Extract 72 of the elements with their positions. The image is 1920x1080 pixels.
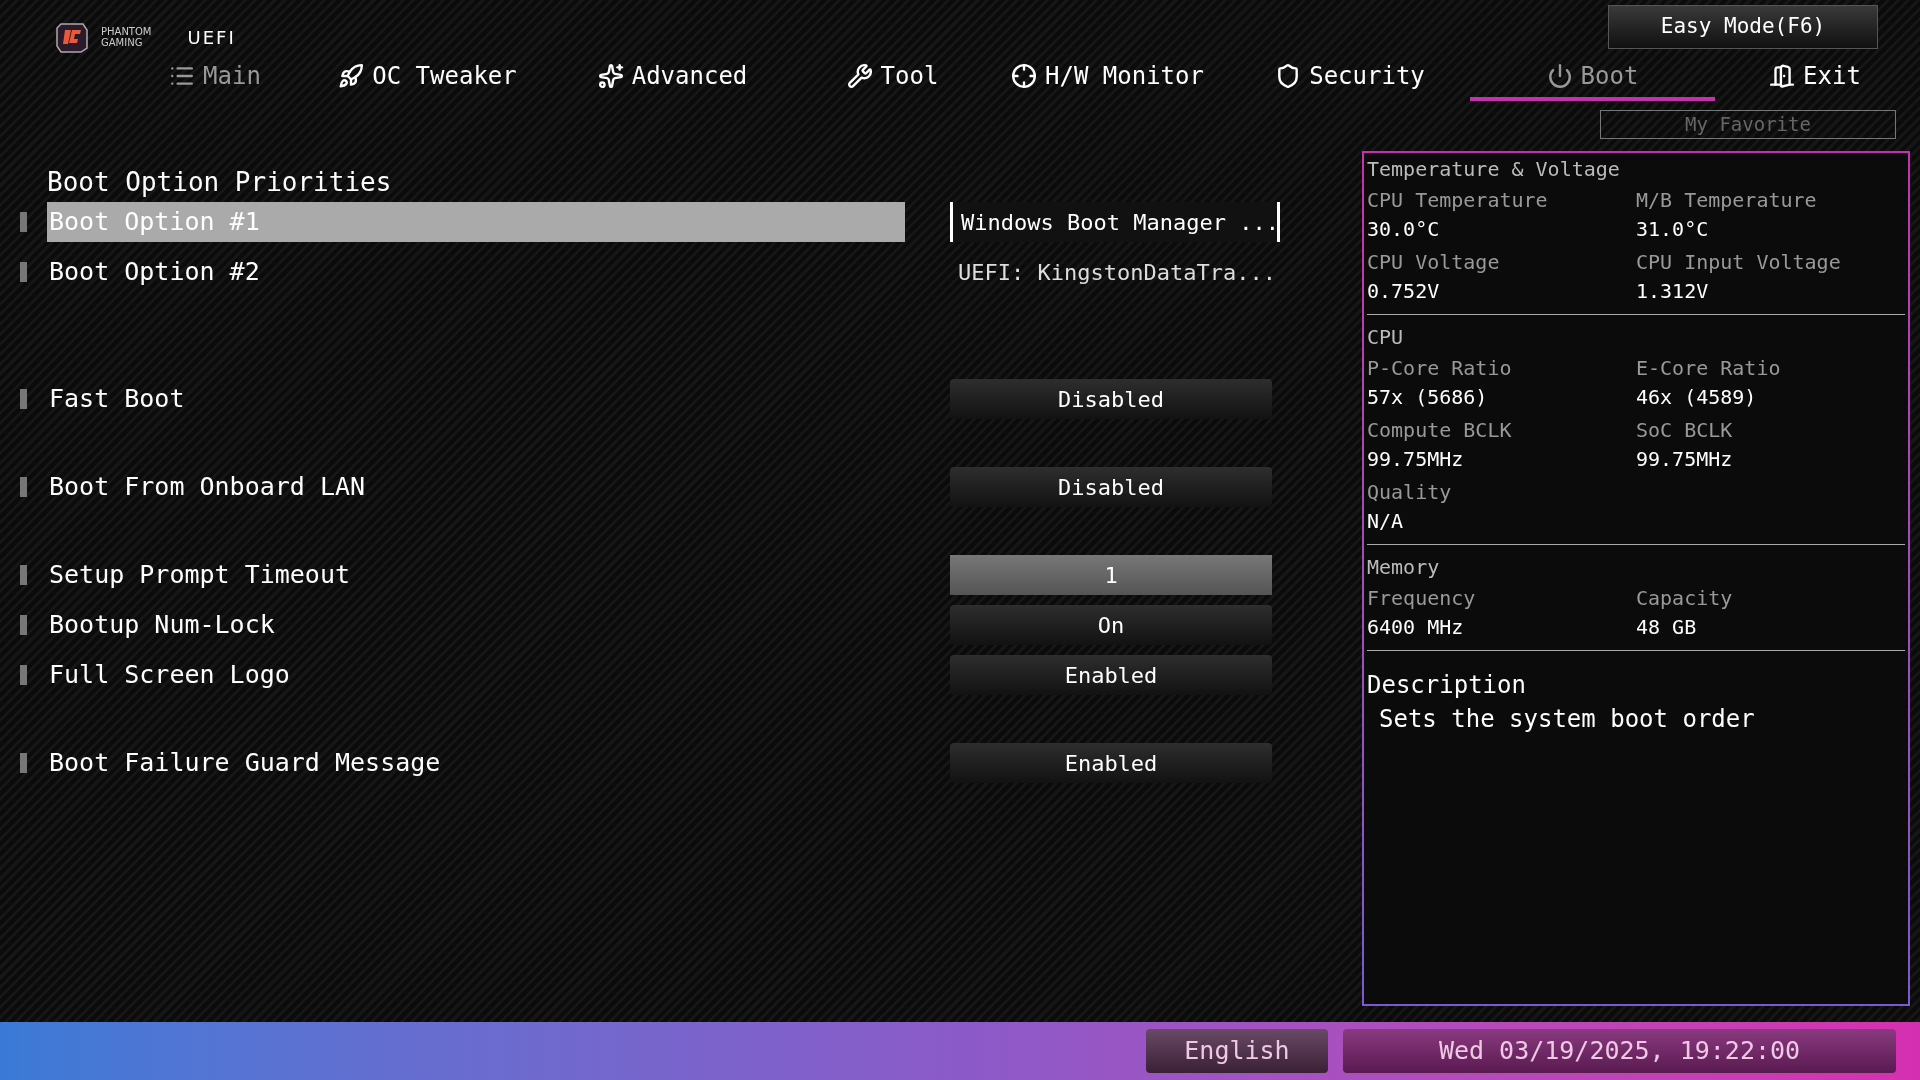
row-marker-icon (20, 615, 27, 635)
datetime-display: Wed 03/19/2025, 19:22:00 (1343, 1029, 1896, 1073)
menu-tab[interactable]: Tool (800, 55, 985, 101)
row-marker-icon (20, 389, 27, 409)
crosshair-icon (1011, 63, 1037, 89)
info-label: SoC BCLK (1636, 417, 1734, 444)
brand-name: PHANTOM (101, 26, 152, 37)
info-label: Compute BCLK (1367, 417, 1513, 444)
row-marker-icon (20, 753, 27, 773)
info-label: CPU Temperature (1367, 187, 1549, 214)
info-label: Frequency (1367, 585, 1477, 612)
description-title: Description (1367, 670, 1527, 701)
setting-label[interactable]: Boot From Onboard LAN (47, 467, 905, 507)
section-title: Memory (1367, 554, 1441, 581)
row-marker-icon (20, 212, 27, 232)
info-label: P-Core Ratio (1367, 355, 1513, 382)
info-value: 57x (5686) (1367, 384, 1489, 411)
info-value: 6400 MHz (1367, 614, 1465, 641)
option-button[interactable]: Disabled (950, 379, 1272, 419)
info-label: CPU Input Voltage (1636, 249, 1842, 276)
description-text: Sets the system boot order (1379, 704, 1756, 735)
logo-icon (55, 20, 89, 54)
info-value: 30.0°C (1367, 216, 1441, 243)
info-value: 46x (4589) (1636, 384, 1758, 411)
row-marker-icon (20, 665, 27, 685)
option-button[interactable]: Enabled (950, 743, 1272, 783)
menu-tab[interactable]: H/W Monitor (985, 55, 1230, 101)
row-marker-icon (20, 565, 27, 585)
menu-tab[interactable]: Main (120, 55, 310, 101)
menu-tab[interactable]: Advanced (545, 55, 800, 101)
brand-name: GAMING (101, 37, 144, 48)
section-title: CPU (1367, 324, 1405, 351)
menu-tab[interactable]: OC Tweaker (310, 55, 545, 101)
wrench-icon (846, 63, 873, 89)
info-value: 1.312V (1636, 278, 1710, 305)
info-label: Capacity (1636, 585, 1734, 612)
option-value[interactable]: UEFI: KingstonDataTra... (950, 252, 1280, 292)
option-button[interactable]: Disabled (950, 467, 1272, 507)
option-button[interactable]: Enabled (950, 655, 1272, 695)
menu-tab[interactable]: Security (1230, 55, 1470, 101)
number-field[interactable]: 1 (950, 555, 1272, 595)
setting-label[interactable]: Fast Boot (47, 379, 905, 419)
product-label: UEFI (187, 25, 236, 50)
info-label: Quality (1367, 479, 1453, 506)
setting-label[interactable]: Setup Prompt Timeout (47, 555, 905, 595)
info-value: 0.752V (1367, 278, 1441, 305)
language-button[interactable]: English (1146, 1029, 1328, 1073)
power-icon (1546, 63, 1573, 89)
menu-tab[interactable]: Boot (1470, 55, 1715, 101)
info-value: 31.0°C (1636, 216, 1710, 243)
row-marker-icon (20, 262, 27, 282)
sparkle-icon (597, 63, 624, 89)
setting-label[interactable]: Boot Failure Guard Message (47, 743, 905, 783)
setting-label[interactable]: Bootup Num-Lock (47, 605, 905, 645)
info-value: 99.75MHz (1367, 446, 1465, 473)
door-icon (1769, 63, 1796, 89)
info-label: M/B Temperature (1636, 187, 1818, 214)
menu-tab[interactable]: Exit (1715, 55, 1915, 101)
info-value: N/A (1367, 508, 1405, 535)
easy-mode-button[interactable]: Easy Mode(F6) (1608, 5, 1878, 49)
info-value: 48 GB (1636, 614, 1698, 641)
row-marker-icon (20, 477, 27, 497)
info-label: E-Core Ratio (1636, 355, 1782, 382)
option-value[interactable]: Windows Boot Manager ... (950, 202, 1280, 242)
section-heading: Boot Option Priorities (47, 165, 393, 199)
section-title: Temperature & Voltage (1367, 156, 1621, 183)
option-button[interactable]: On (950, 605, 1272, 645)
info-value: 99.75MHz (1636, 446, 1734, 473)
setting-label[interactable]: Boot Option #2 (47, 252, 905, 292)
rocket-icon (338, 63, 365, 89)
info-label: CPU Voltage (1367, 249, 1501, 276)
setting-label[interactable]: Full Screen Logo (47, 655, 905, 695)
